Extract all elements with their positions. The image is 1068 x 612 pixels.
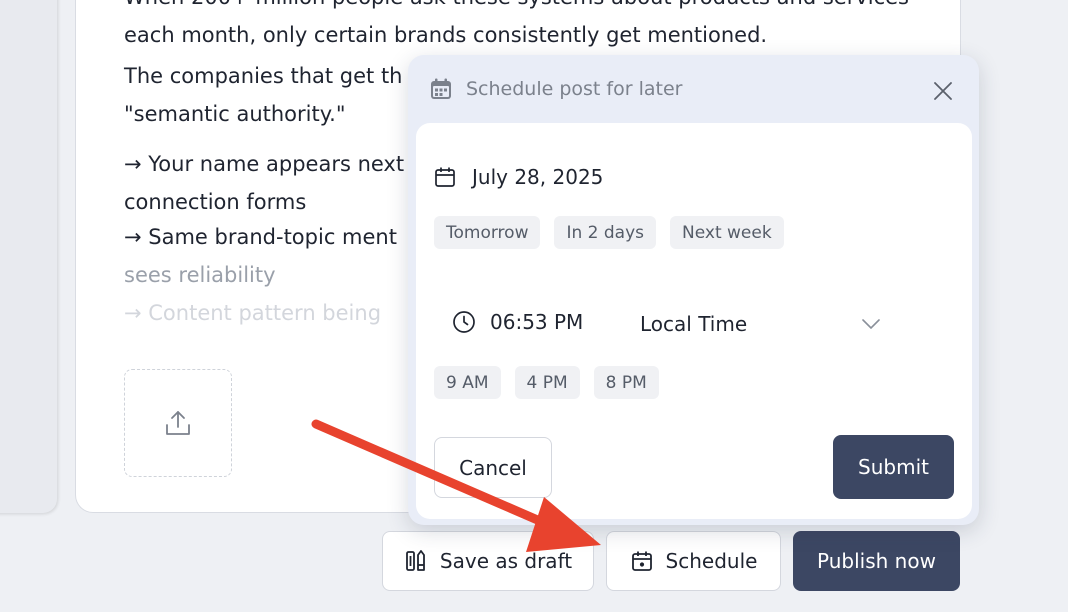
time-chip-4pm[interactable]: 4 PM xyxy=(514,366,580,399)
calendar-icon xyxy=(435,167,455,187)
save-draft-button[interactable]: Save as draft xyxy=(382,531,594,591)
schedule-button[interactable]: Schedule xyxy=(606,531,781,591)
time-chip-9am[interactable]: 9 AM xyxy=(434,366,501,399)
draft-icon xyxy=(404,549,428,573)
close-button[interactable] xyxy=(933,81,953,101)
date-value: July 28, 2025 xyxy=(472,165,604,189)
post-paragraph-line: → Content pattern being xyxy=(124,301,382,325)
date-chip-in-2-days[interactable]: In 2 days xyxy=(554,216,657,249)
post-paragraph-line: → Same brand-topic ment xyxy=(124,225,397,249)
clock-icon xyxy=(453,311,475,333)
time-shortcuts: 9 AM 4 PM 8 PM xyxy=(434,366,659,399)
time-picker[interactable]: 06:53 PM xyxy=(452,310,583,334)
schedule-label: Schedule xyxy=(665,549,758,573)
submit-button[interactable]: Submit xyxy=(833,435,954,499)
timezone-select[interactable]: Local Time xyxy=(640,308,880,340)
post-paragraph-line: "semantic authority." xyxy=(124,102,346,126)
date-picker[interactable]: July 28, 2025 xyxy=(434,165,603,189)
post-paragraph: When 200+ million people ask these syste… xyxy=(124,0,909,47)
post-paragraph-line: sees reliability xyxy=(124,263,276,287)
chevron-down-icon xyxy=(862,319,880,329)
date-shortcuts: Tomorrow In 2 days Next week xyxy=(434,216,784,249)
modal-title: Schedule post for later xyxy=(466,78,683,100)
timezone-value: Local Time xyxy=(640,312,748,336)
publish-label: Publish now xyxy=(817,549,936,573)
save-draft-label: Save as draft xyxy=(439,549,573,573)
schedule-modal: Schedule post for later July 28, 2025 To… xyxy=(408,55,979,525)
media-upload-button[interactable] xyxy=(124,369,232,477)
calendar-icon xyxy=(431,78,451,99)
upload-icon xyxy=(166,411,190,435)
modal-header: Schedule post for later xyxy=(408,55,979,123)
close-icon xyxy=(934,82,952,100)
date-chip-next-week[interactable]: Next week xyxy=(670,216,784,249)
modal-body: July 28, 2025 Tomorrow In 2 days Next we… xyxy=(416,123,972,519)
time-chip-8pm[interactable]: 8 PM xyxy=(593,366,659,399)
calendar-icon xyxy=(630,549,654,573)
cancel-button[interactable]: Cancel xyxy=(434,437,552,498)
date-chip-tomorrow[interactable]: Tomorrow xyxy=(434,216,541,249)
post-paragraph-line: connection forms xyxy=(124,190,307,214)
post-paragraph-line: → Your name appears next xyxy=(124,152,405,176)
publish-now-button[interactable]: Publish now xyxy=(793,531,960,591)
left-panel xyxy=(0,0,57,513)
post-paragraph-line: The companies that get th xyxy=(124,64,403,88)
time-value: 06:53 PM xyxy=(490,310,584,334)
